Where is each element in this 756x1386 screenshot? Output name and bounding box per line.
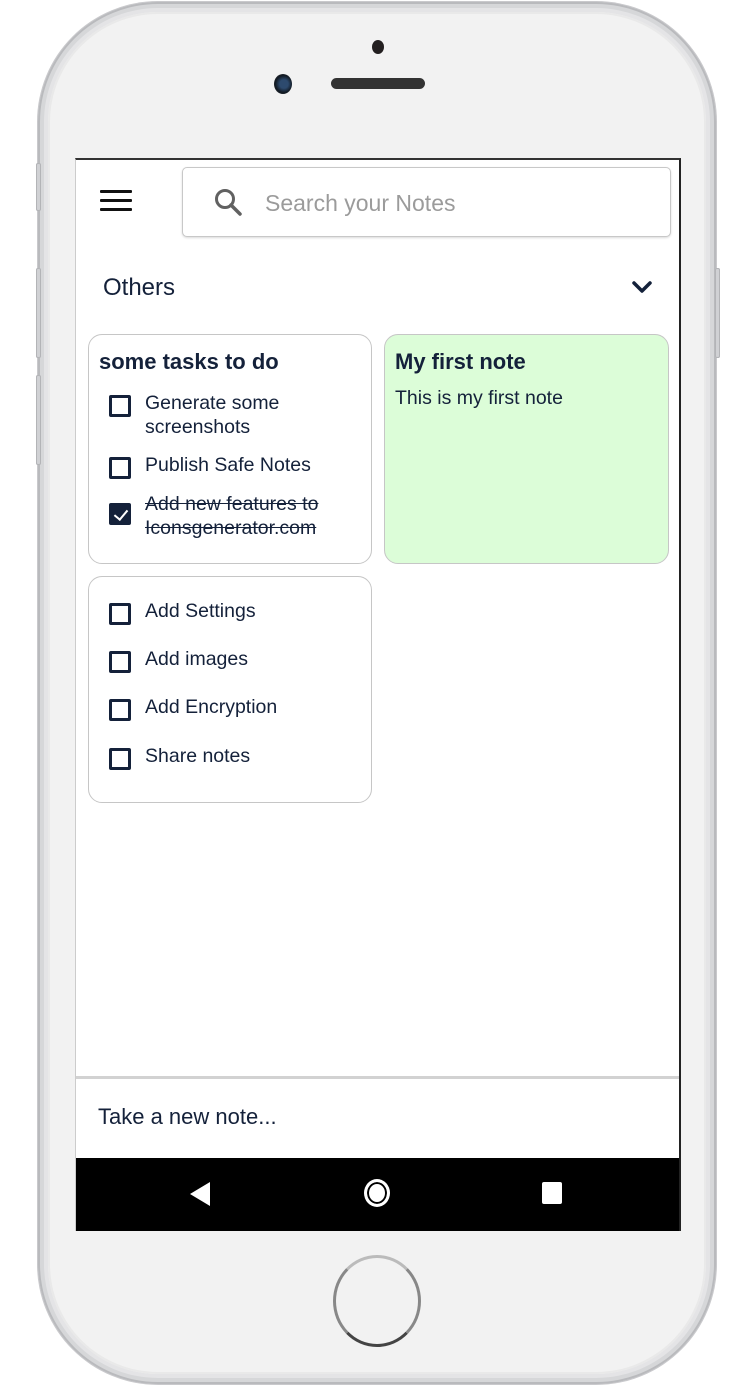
checkbox[interactable] (109, 699, 131, 721)
note-card-checklist[interactable]: Add Settings Add images Add Encryption S… (88, 576, 372, 803)
note-card-checklist[interactable]: some tasks to do Generate some screenshot… (88, 334, 372, 564)
power-button (715, 268, 720, 358)
checklist-item: Add Encryption (109, 695, 361, 721)
checklist-item-text: Add Encryption (145, 696, 278, 718)
checklist-item-text: Generate some screenshots (145, 392, 280, 438)
section-title: Others (103, 274, 176, 301)
checklist-item-text: Share notes (145, 745, 251, 767)
android-nav-bar (76, 1158, 679, 1231)
checkbox-checked[interactable] (109, 503, 131, 525)
earpiece-speaker-icon (331, 78, 425, 89)
checkbox[interactable] (109, 748, 131, 770)
search-input[interactable] (263, 182, 657, 224)
checklist-item: Add Settings (109, 599, 361, 625)
search-icon (215, 189, 242, 216)
volume-up-button (36, 268, 41, 358)
checkbox[interactable] (109, 603, 131, 625)
checklist-item: Add new features to Iconsgenerator.com (109, 492, 361, 540)
take-new-note-input[interactable]: Take a new note... (98, 1104, 277, 1130)
checklist-item: Add images (109, 647, 361, 673)
mute-switch (36, 163, 41, 211)
checklist-item-text: Add images (145, 648, 248, 670)
checkbox[interactable] (109, 457, 131, 479)
note-card-text[interactable]: My first note This is my first note (384, 334, 669, 564)
hamburger-menu-icon[interactable] (100, 190, 132, 216)
checkbox[interactable] (109, 651, 131, 673)
back-triangle-icon[interactable] (190, 1182, 210, 1206)
volume-down-button (36, 375, 41, 465)
checklist-item-text: Add Settings (145, 600, 256, 622)
chevron-down-icon[interactable] (631, 278, 653, 296)
checklist-item: Share notes (109, 744, 361, 770)
front-camera-icon (274, 74, 292, 94)
search-box[interactable] (182, 167, 671, 237)
note-body: This is my first note (395, 387, 563, 409)
checklist-item-text-done: Add new features to Iconsgenerator.com (145, 493, 319, 539)
section-others-header[interactable]: Others (103, 268, 657, 308)
app-screen: Others some tasks to do Generate somescr… (75, 158, 681, 1231)
note-title: My first note (395, 349, 526, 374)
recents-square-icon[interactable] (542, 1182, 562, 1204)
checklist-item: Publish Safe Notes (109, 453, 361, 479)
home-circle-icon[interactable] (365, 1180, 389, 1206)
checklist-item: Generate some screenshots (109, 391, 361, 439)
checklist-item-text: Publish Safe Notes (145, 454, 311, 476)
proximity-sensor-icon (372, 40, 384, 54)
note-title: some tasks to do (99, 349, 279, 374)
composer-divider (76, 1076, 679, 1079)
checkbox[interactable] (109, 395, 131, 417)
home-button[interactable] (333, 1255, 421, 1347)
top-bar (76, 160, 679, 250)
